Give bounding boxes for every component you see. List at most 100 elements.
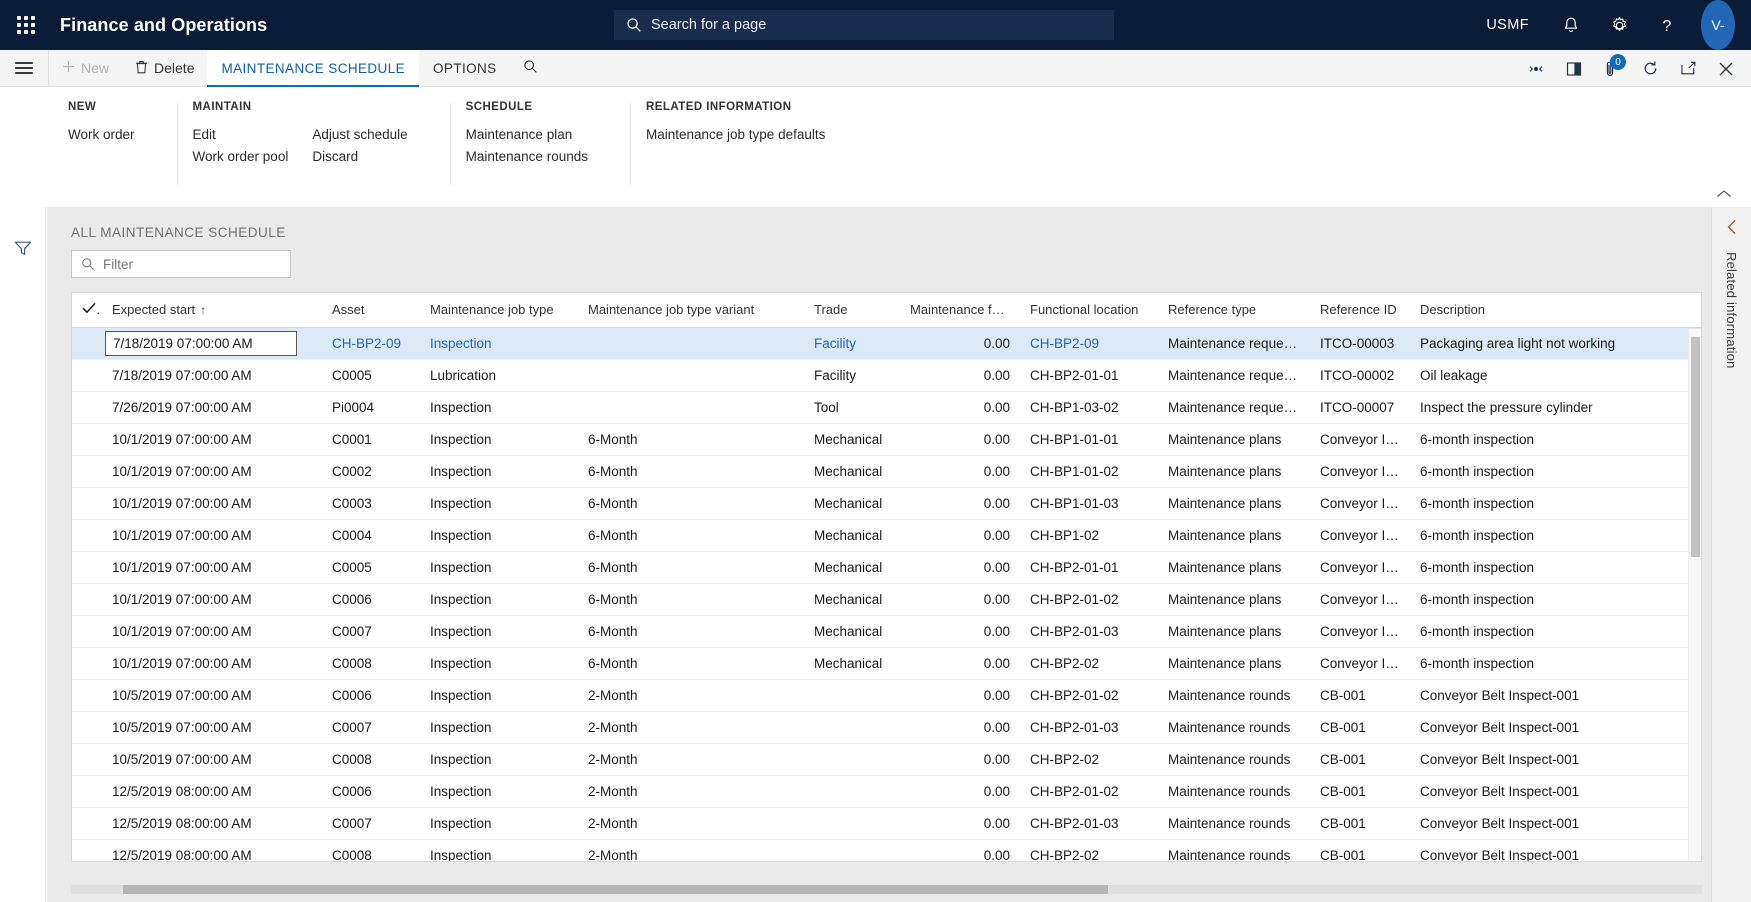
cell-description[interactable]: Conveyor Belt Inspect-001 — [1410, 743, 1701, 776]
related-information-rail[interactable]: Related information — [1711, 207, 1751, 902]
column-header-maintenance-job-type[interactable]: Maintenance job type — [420, 293, 578, 328]
cell-functional-location[interactable]: CH-BP2-01-03 — [1020, 807, 1158, 840]
column-header-maintenance-forecast[interactable]: Maintenance forecast... — [900, 293, 1020, 328]
column-header-reference-type[interactable]: Reference type — [1158, 293, 1310, 328]
cell-maintenance-forecast[interactable]: 0.00 — [900, 327, 1020, 360]
cell-functional-location[interactable]: CH-BP2-01-01 — [1020, 359, 1158, 392]
table-row[interactable]: 10/5/2019 07:00:00 AM C0006 Inspection 2-Mo… — [72, 679, 1701, 712]
table-row[interactable]: 7/26/2019 07:00:00 AM Pi0004 Inspection Too… — [72, 391, 1701, 424]
cell-reference-type[interactable]: Maintenance rounds — [1158, 807, 1310, 840]
cell-trade[interactable] — [804, 775, 900, 808]
cell-maintenance-job-type[interactable]: Lubrication — [420, 359, 578, 392]
ribbon-action-maintenance-job-type-defaults[interactable]: Maintenance job type defaults — [646, 124, 849, 146]
chevron-up-icon[interactable] — [1711, 183, 1737, 205]
row-select-checkbox[interactable] — [72, 775, 102, 808]
cell-functional-location[interactable]: CH-BP2-01-02 — [1020, 679, 1158, 712]
cell-description[interactable]: Packaging area light not working — [1410, 327, 1701, 360]
cell-asset[interactable]: C0006 — [322, 583, 420, 616]
cell-description[interactable]: 6-month inspection — [1410, 519, 1701, 552]
cell-reference-id[interactable]: CB-001 — [1310, 775, 1410, 808]
cell-maintenance-job-type-variant[interactable]: 6-Month — [578, 455, 804, 488]
row-select-checkbox[interactable] — [72, 487, 102, 520]
table-row[interactable]: 10/5/2019 07:00:00 AM C0007 Inspection 2-Mo… — [72, 711, 1701, 744]
table-row[interactable]: 7/18/2019 07:00:00 AM C0005 Lubrication Fac… — [72, 359, 1701, 392]
cell-description[interactable]: Conveyor Belt Inspect-001 — [1410, 839, 1701, 861]
attachments-icon[interactable]: 0 — [1593, 50, 1631, 87]
navigation-menu-icon[interactable] — [0, 50, 49, 86]
help-question-icon[interactable]: ? — [1643, 0, 1691, 50]
cell-reference-type[interactable]: Maintenance requests — [1158, 327, 1310, 360]
cell-description[interactable]: Conveyor Belt Inspect-001 — [1410, 711, 1701, 744]
cell-expected-start[interactable]: 10/5/2019 07:00:00 AM — [102, 743, 322, 776]
cell-reference-type[interactable]: Maintenance rounds — [1158, 743, 1310, 776]
cell-maintenance-job-type[interactable]: Inspection — [420, 423, 578, 456]
table-row[interactable]: 10/5/2019 07:00:00 AM C0008 Inspection 2-Mo… — [72, 743, 1701, 776]
cell-maintenance-job-type[interactable]: Inspection — [420, 679, 578, 712]
cell-maintenance-job-type-variant[interactable] — [578, 359, 804, 392]
table-row[interactable]: 12/5/2019 08:00:00 AM C0007 Inspection 2-Mo… — [72, 807, 1701, 840]
cell-maintenance-job-type-variant[interactable]: 6-Month — [578, 487, 804, 520]
cell-maintenance-forecast[interactable]: 0.00 — [900, 551, 1020, 584]
cell-functional-location[interactable]: CH-BP2-09 — [1020, 327, 1158, 360]
cell-maintenance-job-type[interactable]: Inspection — [420, 327, 578, 360]
cell-trade[interactable]: Mechanical — [804, 423, 900, 456]
cell-functional-location[interactable]: CH-BP2-01-03 — [1020, 711, 1158, 744]
cell-expected-start[interactable]: 10/1/2019 07:00:00 AM — [102, 583, 322, 616]
cell-maintenance-job-type-variant[interactable]: 2-Month — [578, 711, 804, 744]
cell-reference-id[interactable]: Conveyor Insp — [1310, 583, 1410, 616]
cell-reference-type[interactable]: Maintenance plans — [1158, 487, 1310, 520]
cell-trade[interactable]: Mechanical — [804, 615, 900, 648]
cell-trade[interactable]: Mechanical — [804, 487, 900, 520]
cell-maintenance-job-type-variant[interactable]: 6-Month — [578, 551, 804, 584]
row-select-checkbox[interactable] — [72, 711, 102, 744]
table-row[interactable]: 12/5/2019 08:00:00 AM C0008 Inspection 2-Mo… — [72, 839, 1701, 861]
cell-asset[interactable]: C0007 — [322, 615, 420, 648]
cell-reference-id[interactable]: ITCO-00007 — [1310, 391, 1410, 424]
cell-expected-start[interactable]: 10/1/2019 07:00:00 AM — [102, 615, 322, 648]
cell-asset[interactable]: C0005 — [322, 551, 420, 584]
cell-description[interactable]: Conveyor Belt Inspect-001 — [1410, 679, 1701, 712]
cell-expected-start[interactable]: 10/1/2019 07:00:00 AM — [102, 423, 322, 456]
cell-asset[interactable]: C0007 — [322, 711, 420, 744]
cell-reference-type[interactable]: Maintenance plans — [1158, 615, 1310, 648]
cell-description[interactable]: Conveyor Belt Inspect-001 — [1410, 807, 1701, 840]
cell-maintenance-forecast[interactable]: 0.00 — [900, 743, 1020, 776]
cell-reference-id[interactable]: CB-001 — [1310, 839, 1410, 861]
cell-maintenance-job-type-variant[interactable]: 6-Month — [578, 647, 804, 680]
row-select-checkbox[interactable] — [72, 391, 102, 424]
column-header-reference-id[interactable]: Reference ID — [1310, 293, 1410, 328]
cell-functional-location[interactable]: CH-BP1-01-01 — [1020, 423, 1158, 456]
cell-maintenance-job-type[interactable]: Inspection — [420, 391, 578, 424]
cell-asset[interactable]: C0004 — [322, 519, 420, 552]
cell-maintenance-job-type[interactable]: Inspection — [420, 615, 578, 648]
cell-expected-start[interactable]: 12/5/2019 08:00:00 AM — [102, 775, 322, 808]
grid-horizontal-scrollbar[interactable] — [71, 883, 1702, 896]
cell-maintenance-job-type-variant[interactable]: 2-Month — [578, 743, 804, 776]
cell-maintenance-job-type[interactable]: Inspection — [420, 455, 578, 488]
share-icon[interactable] — [1517, 50, 1555, 87]
close-icon[interactable] — [1707, 50, 1745, 87]
table-row[interactable]: 10/1/2019 07:00:00 AM C0002 Inspection 6-Mo… — [72, 455, 1701, 488]
cell-expected-start[interactable]: 10/1/2019 07:00:00 AM — [102, 455, 322, 488]
cell-functional-location[interactable]: CH-BP2-02 — [1020, 647, 1158, 680]
related-information-label[interactable]: Related information — [1724, 252, 1739, 369]
cell-maintenance-job-type[interactable]: Inspection — [420, 775, 578, 808]
cell-trade[interactable]: Facility — [804, 359, 900, 392]
cell-functional-location[interactable]: CH-BP1-01-03 — [1020, 487, 1158, 520]
expected-start-cell-editor[interactable]: 7/18/2019 07:00:00 AM — [105, 331, 297, 356]
filter-funnel-icon[interactable] — [13, 239, 33, 262]
cell-reference-id[interactable]: Conveyor Insp — [1310, 487, 1410, 520]
cell-maintenance-job-type[interactable]: Inspection — [420, 647, 578, 680]
delete-button[interactable]: Delete — [122, 50, 207, 86]
avatar[interactable]: V- — [1701, 0, 1735, 50]
table-row[interactable]: 7/18/2019 07:00:00 AM CH-BP2-09 Inspection… — [72, 327, 1701, 360]
row-select-checkbox[interactable] — [72, 743, 102, 776]
global-search-input[interactable]: Search for a page — [614, 10, 1114, 40]
cell-description[interactable]: 6-month inspection — [1410, 455, 1701, 488]
column-header-maintenance-job-type-variant[interactable]: Maintenance job type variant — [578, 293, 804, 328]
row-select-checkbox[interactable] — [72, 583, 102, 616]
cell-description[interactable]: 6-month inspection — [1410, 615, 1701, 648]
popout-icon[interactable] — [1669, 50, 1707, 87]
settings-gear-icon[interactable] — [1595, 0, 1643, 50]
column-header-asset[interactable]: Asset — [322, 293, 420, 328]
